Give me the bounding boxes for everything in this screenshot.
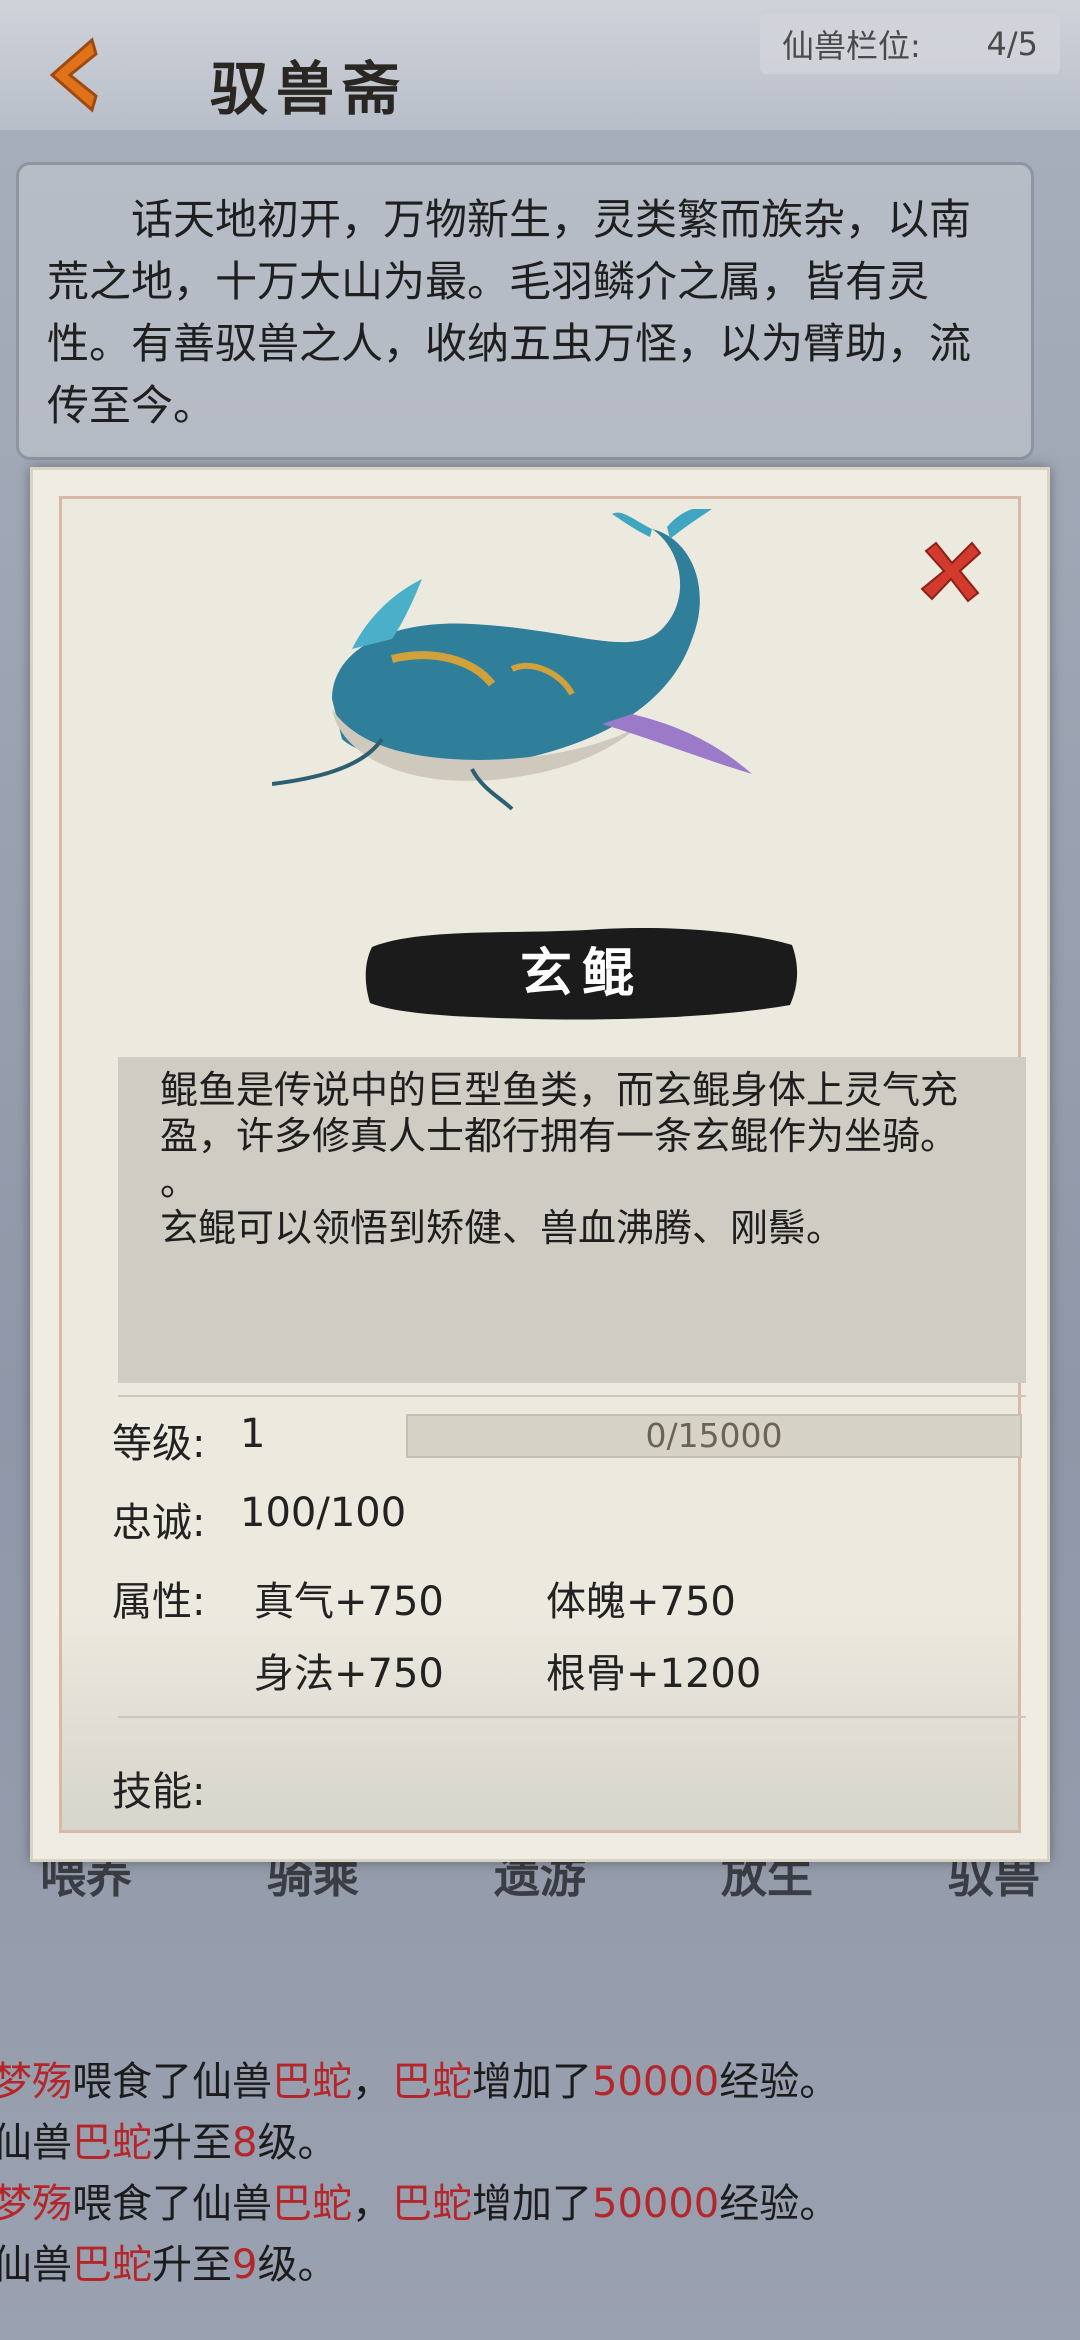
attribute-tipo: 体魄+750 bbox=[546, 1579, 736, 1625]
pet-detail-popup: 玄鲲 鲲鱼是传说中的巨型鱼类，而玄鲲身体上灵气充 盈，许多修真人士都行拥有一条玄… bbox=[30, 467, 1050, 1862]
pet-whale-image bbox=[272, 509, 752, 811]
back-button[interactable] bbox=[30, 30, 120, 120]
description-line: 盈，许多修真人士都行拥有一条玄鲲作为坐骑。 bbox=[160, 1114, 959, 1158]
loyalty-label: 忠诚: bbox=[112, 1500, 206, 1546]
log-highlight: 50000 bbox=[592, 2181, 720, 2227]
log-text: 经验。 bbox=[719, 2181, 840, 2227]
log-text: 喂食了仙兽 bbox=[72, 2181, 272, 2227]
log-text: 增加了 bbox=[472, 2181, 592, 2227]
log-highlight: 50000 bbox=[592, 2059, 720, 2105]
event-log: 梦殇喂食了仙兽巴蛇，巴蛇增加了50000经验。 仙兽巴蛇升至8级。 梦殇喂食了仙兽巴… bbox=[0, 2052, 839, 2296]
intro-box: 话天地初开，万物新生，灵类繁而族杂，以南荒之地，十万大山为最。毛羽鳞介之属，皆有… bbox=[16, 162, 1034, 460]
pet-name: 玄鲲 bbox=[519, 943, 644, 1004]
log-text: 级。 bbox=[257, 2242, 338, 2288]
level-value: 1 bbox=[240, 1411, 266, 1457]
pet-slot-value: 4/5 bbox=[986, 25, 1039, 63]
log-text: 级。 bbox=[257, 2120, 338, 2166]
level-label: 等级: bbox=[112, 1421, 206, 1467]
divider bbox=[118, 1716, 1026, 1718]
log-text: ， bbox=[352, 2181, 392, 2227]
pet-slot-label: 仙兽栏位: bbox=[782, 27, 921, 65]
log-line: 梦殇喂食了仙兽巴蛇，巴蛇增加了50000经验。 bbox=[0, 2052, 839, 2113]
log-highlight: 巴蛇 bbox=[392, 2059, 472, 2105]
log-highlight: 巴蛇 bbox=[272, 2181, 352, 2227]
log-text: 升至 bbox=[152, 2120, 232, 2166]
attribute-zhenqi: 真气+750 bbox=[254, 1579, 444, 1625]
attribute-shenfa: 身法+750 bbox=[254, 1651, 444, 1697]
page-title: 驭兽斋 bbox=[210, 55, 409, 123]
close-icon bbox=[920, 541, 982, 603]
log-line: 仙兽巴蛇升至9级。 bbox=[0, 2235, 839, 2296]
log-text: 仙兽 bbox=[0, 2120, 72, 2166]
back-arrow-icon bbox=[49, 37, 98, 113]
log-highlight: 巴蛇 bbox=[392, 2181, 472, 2227]
log-text: 经验。 bbox=[719, 2059, 840, 2105]
pet-description-box: 鲲鱼是传说中的巨型鱼类，而玄鲲身体上灵气充 盈，许多修真人士都行拥有一条玄鲲作为… bbox=[118, 1057, 1026, 1383]
description-line: 鲲鱼是传说中的巨型鱼类，而玄鲲身体上灵气充 bbox=[160, 1068, 959, 1112]
exp-text: 0/15000 bbox=[645, 1416, 783, 1455]
header-bar: 驭兽斋 仙兽栏位: 4/5 bbox=[0, 0, 1080, 130]
pet-slot-info: 仙兽栏位: 4/5 bbox=[760, 14, 1060, 74]
log-highlight: 巴蛇 bbox=[72, 2242, 152, 2288]
intro-text: 话天地初开，万物新生，灵类繁而族杂，以南荒之地，十万大山为最。毛羽鳞介之属，皆有… bbox=[47, 195, 972, 430]
divider bbox=[118, 1395, 1026, 1397]
description-line: 。 bbox=[160, 1160, 199, 1204]
log-text: 仙兽 bbox=[0, 2242, 72, 2288]
log-line: 仙兽巴蛇升至8级。 bbox=[0, 2113, 839, 2174]
skill-label: 技能: bbox=[112, 1769, 206, 1815]
log-highlight: 8 bbox=[232, 2120, 258, 2166]
description-line: 玄鲲可以领悟到矫健、兽血沸腾、刚鬃。 bbox=[160, 1206, 845, 1250]
log-highlight: 梦殇 bbox=[0, 2059, 72, 2105]
log-text: 升至 bbox=[152, 2242, 232, 2288]
log-highlight: 巴蛇 bbox=[72, 2120, 152, 2166]
attribute-label: 属性: bbox=[112, 1579, 206, 1625]
log-text: 增加了 bbox=[472, 2059, 592, 2105]
loyalty-value: 100/100 bbox=[240, 1490, 407, 1536]
log-text: 喂食了仙兽 bbox=[72, 2059, 272, 2105]
log-highlight: 9 bbox=[232, 2242, 258, 2288]
log-line: 梦殇喂食了仙兽巴蛇，巴蛇增加了50000经验。 bbox=[0, 2174, 839, 2235]
popup-panel: 玄鲲 鲲鱼是传说中的巨型鱼类，而玄鲲身体上灵气充 盈，许多修真人士都行拥有一条玄… bbox=[59, 496, 1026, 1833]
log-highlight: 梦殇 bbox=[0, 2181, 72, 2227]
log-text: ， bbox=[352, 2059, 392, 2105]
close-button[interactable] bbox=[916, 537, 986, 607]
attribute-gengu: 根骨+1200 bbox=[546, 1651, 762, 1697]
log-highlight: 巴蛇 bbox=[272, 2059, 352, 2105]
exp-progress-bar: 0/15000 bbox=[406, 1414, 1022, 1458]
